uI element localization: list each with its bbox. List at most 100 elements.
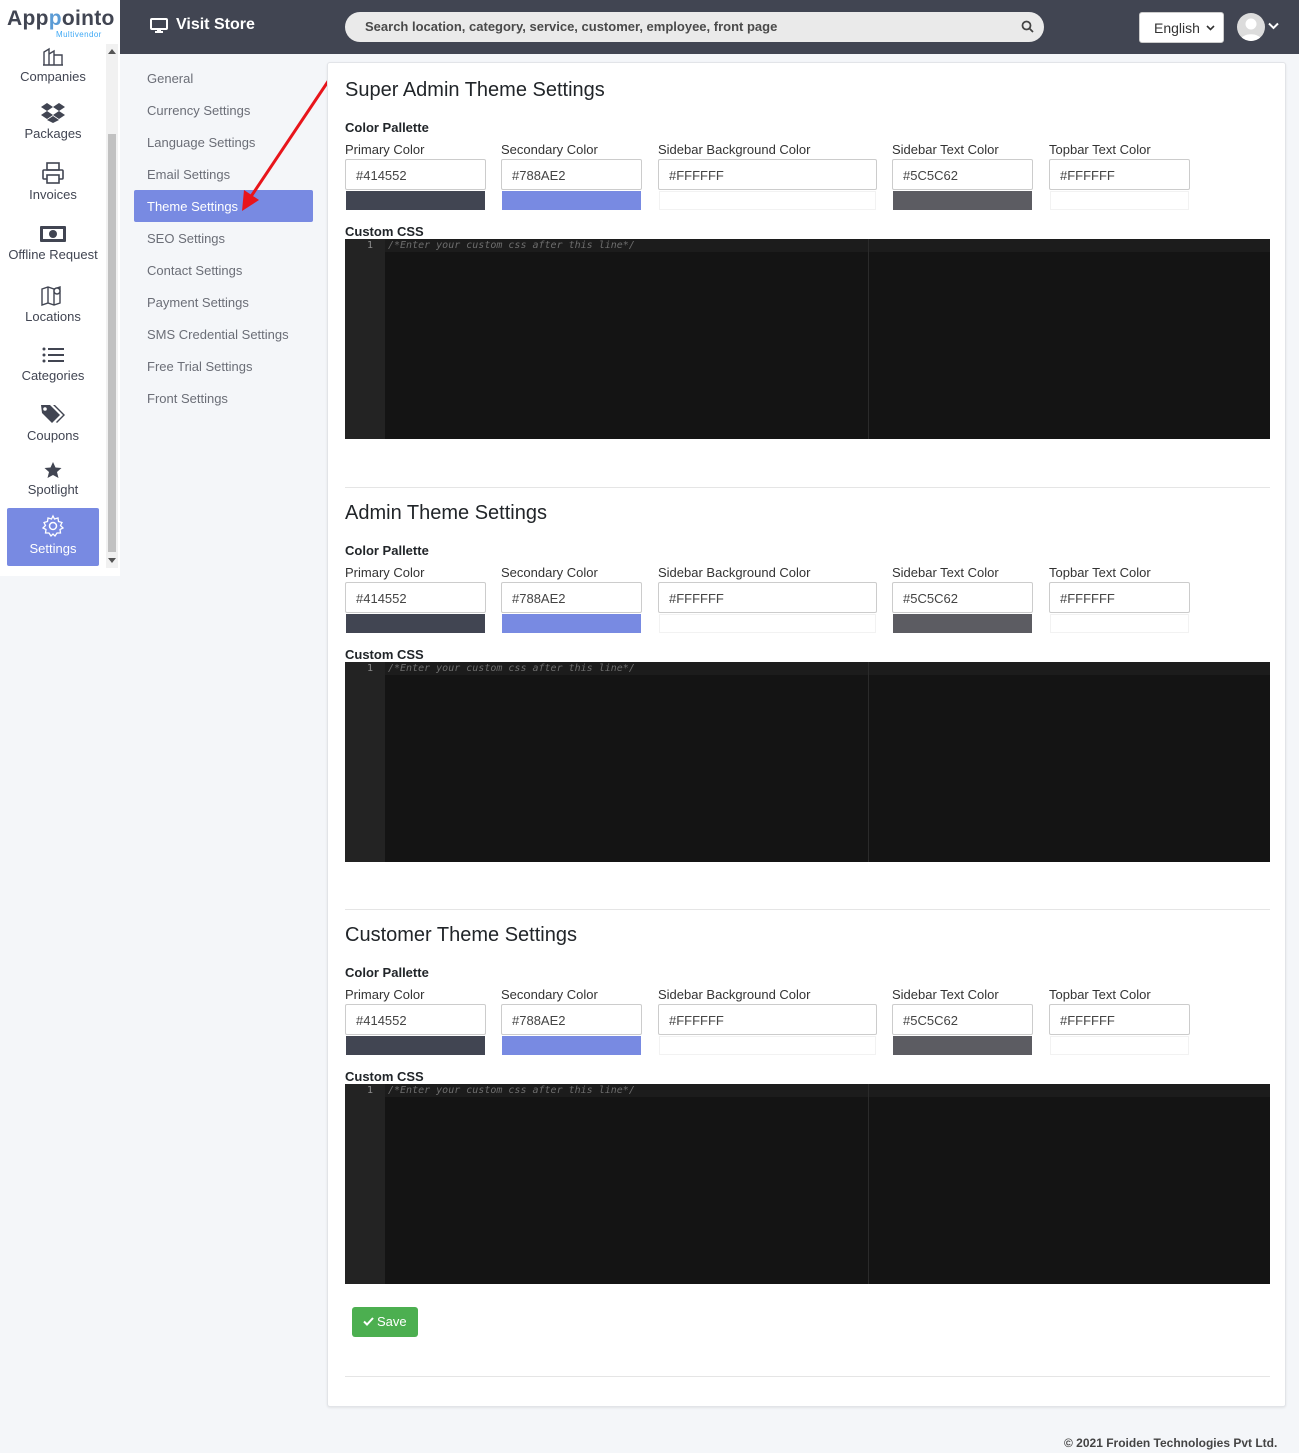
settings-menu-item[interactable]: SMS Credential Settings [134,318,313,350]
top-bar: Visit Store Search location, category, s… [120,0,1299,54]
print-margin [868,239,869,439]
sidebar-text-color-input[interactable]: #5C5C62 [892,582,1033,613]
custom-css-label: Custom CSS [345,647,424,662]
sidebar-bg-color-swatch[interactable] [659,1036,876,1055]
settings-menu-item[interactable]: SEO Settings [134,222,313,254]
search-placeholder: Search location, category, service, cust… [365,19,778,34]
sidebar-text-color-swatch[interactable] [893,614,1032,633]
custom-css-editor[interactable]: 1 /*Enter your custom css after this lin… [345,662,1270,862]
primary-color-field: Primary Color #414552 [345,565,486,633]
editor-gutter [345,239,385,439]
field-label: Topbar Text Color [1049,565,1151,580]
section-divider [345,487,1270,488]
sidebar-text-color-input[interactable]: #5C5C62 [892,159,1033,190]
sidebar-item-categories[interactable]: Categories [7,345,99,383]
section-title: Customer Theme Settings [345,924,577,946]
language-value: English [1154,20,1200,36]
secondary-color-swatch[interactable] [502,614,641,633]
map-icon [41,286,61,306]
sidebar-bg-color-input[interactable]: #FFFFFF [658,159,877,190]
tags-icon [41,405,65,423]
user-menu-chevron-icon[interactable] [1268,22,1279,30]
secondary-color-input[interactable]: #788AE2 [501,1004,642,1035]
line-number: 1 [366,240,373,251]
editor-placeholder: /*Enter your custom css after this line*… [388,663,635,674]
print-margin [868,1084,869,1284]
sidebar-item-invoices[interactable]: Invoices [7,162,99,202]
sidebar-bg-color-swatch[interactable] [659,614,876,633]
scroll-up-arrow[interactable] [108,49,116,54]
primary-color-field: Primary Color #414552 [345,142,486,210]
secondary-color-swatch[interactable] [502,1036,641,1055]
sidebar-item-offline-request[interactable]: Offline Request [7,224,99,262]
sidebar-text-color-swatch[interactable] [893,1036,1032,1055]
section-title: Admin Theme Settings [345,502,547,524]
sidebar-text-color-field: Sidebar Text Color #5C5C62 [892,565,1033,633]
dropbox-icon [41,103,65,123]
sidebar-scrollbar[interactable] [106,44,118,568]
sidebar-bg-color-field: Sidebar Background Color #FFFFFF [658,987,877,1055]
color-pallette-label: Color Pallette [345,965,429,980]
topbar-text-color-input[interactable]: #FFFFFF [1049,159,1190,190]
topbar-text-color-input[interactable]: #FFFFFF [1049,582,1190,613]
topbar-text-color-swatch[interactable] [1050,1036,1189,1055]
chevron-down-icon [1206,25,1215,31]
sidebar-item-spotlight[interactable]: Spotlight [7,461,99,497]
sidebar-item-label: Companies [20,69,86,84]
secondary-color-input[interactable]: #788AE2 [501,582,642,613]
save-label: Save [377,1314,407,1329]
user-avatar[interactable] [1237,13,1265,41]
primary-color-input[interactable]: #414552 [345,582,486,613]
global-search-input[interactable]: Search location, category, service, cust… [345,12,1044,42]
field-label: Sidebar Background Color [658,142,811,157]
section-title: Super Admin Theme Settings [345,79,605,101]
scroll-down-arrow[interactable] [108,558,116,563]
primary-color-input[interactable]: #414552 [345,159,486,190]
primary-color-swatch[interactable] [346,191,485,210]
primary-color-input[interactable]: #414552 [345,1004,486,1035]
sidebar-item-packages[interactable]: Packages [7,102,99,141]
field-label: Primary Color [345,565,425,580]
sidebar-item-label: Categories [21,368,85,383]
language-select[interactable]: English [1139,12,1224,43]
editor-gutter [345,1084,385,1284]
custom-css-editor[interactable]: 1 /*Enter your custom css after this lin… [345,239,1270,439]
check-icon [363,1317,374,1326]
scroll-thumb[interactable] [108,134,116,552]
settings-menu-item[interactable]: Free Trial Settings [134,350,313,382]
sidebar-item-label: Spotlight [27,482,79,497]
custom-css-label: Custom CSS [345,224,424,239]
brand-logo[interactable]: Apppointo Multivendor [0,0,120,44]
topbar-text-color-field: Topbar Text Color #FFFFFF [1049,142,1190,210]
settings-menu-item[interactable]: Front Settings [134,382,313,414]
topbar-text-color-field: Topbar Text Color #FFFFFF [1049,987,1190,1055]
visit-store-link[interactable]: Visit Store [150,16,255,34]
printer-icon [42,162,64,184]
sidebar-item-locations[interactable]: Locations [7,284,99,324]
brand-name-part: p [48,7,62,30]
sidebar-bg-color-swatch[interactable] [659,191,876,210]
topbar-text-color-input[interactable]: #FFFFFF [1049,1004,1190,1035]
primary-color-swatch[interactable] [346,1036,485,1055]
sidebar-item-coupons[interactable]: Coupons [7,403,99,443]
sidebar-bg-color-input[interactable]: #FFFFFF [658,1004,877,1035]
sidebar-item-settings[interactable]: Settings [7,508,99,566]
sidebar-text-color-swatch[interactable] [893,191,1032,210]
sidebar-item-companies[interactable]: Companies [7,46,99,84]
primary-color-swatch[interactable] [346,614,485,633]
main-sidebar: Apppointo Multivendor Companies Packages… [0,0,120,576]
custom-css-editor[interactable]: 1 /*Enter your custom css after this lin… [345,1084,1270,1284]
sidebar-bg-color-input[interactable]: #FFFFFF [658,582,877,613]
color-pallette-label: Color Pallette [345,120,429,135]
topbar-text-color-swatch[interactable] [1050,614,1189,633]
secondary-color-swatch[interactable] [502,191,641,210]
search-icon [1021,20,1034,33]
field-label: Sidebar Text Color [892,987,999,1002]
save-button[interactable]: Save [352,1307,418,1337]
sidebar-bg-color-field: Sidebar Background Color #FFFFFF [658,565,877,633]
sidebar-text-color-input[interactable]: #5C5C62 [892,1004,1033,1035]
secondary-color-input[interactable]: #788AE2 [501,159,642,190]
settings-menu-item[interactable]: Payment Settings [134,286,313,318]
topbar-text-color-swatch[interactable] [1050,191,1189,210]
settings-menu-item[interactable]: Contact Settings [134,254,313,286]
